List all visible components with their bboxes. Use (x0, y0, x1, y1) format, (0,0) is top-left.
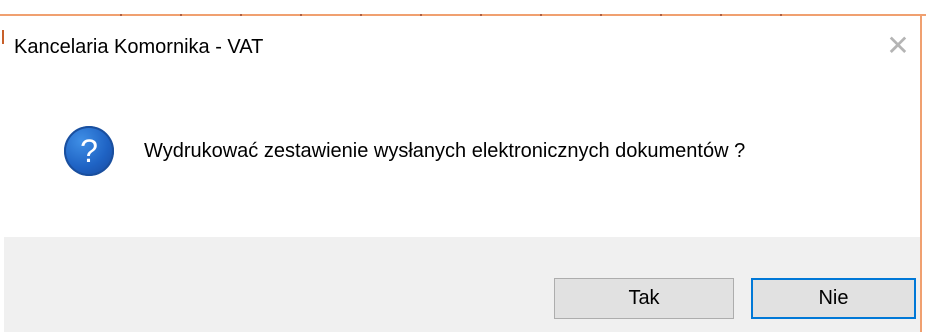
question-icon: ? (64, 126, 114, 176)
background-window-edge-right (920, 14, 922, 332)
no-button[interactable]: Nie (751, 278, 916, 319)
dialog-footer: Tak Nie (4, 237, 920, 332)
yes-button[interactable]: Tak (554, 278, 734, 319)
dialog-title: Kancelaria Komornika - VAT (14, 36, 264, 58)
dialog-message: Wydrukować zestawienie wysłanych elektro… (144, 140, 746, 162)
message-dialog: Kancelaria Komornika - VAT ✕ ? Wydrukowa… (4, 16, 920, 332)
close-icon[interactable]: ✕ (882, 30, 914, 62)
